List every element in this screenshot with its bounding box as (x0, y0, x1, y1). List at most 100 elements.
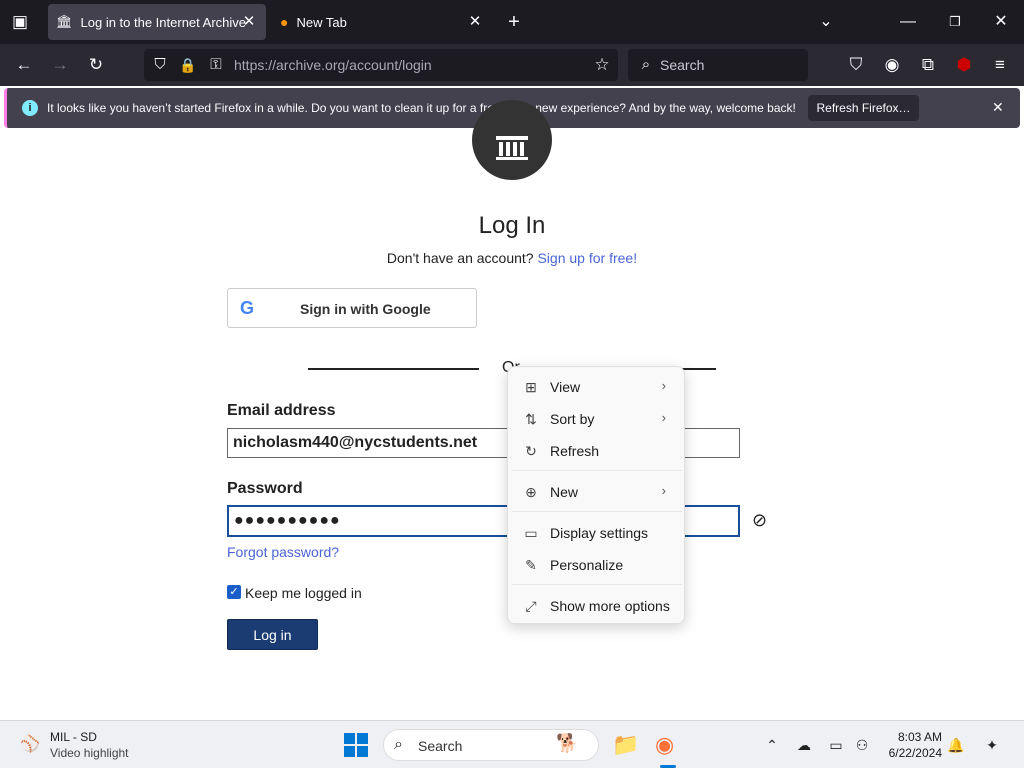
menu-separator (512, 511, 682, 512)
chevron-up-icon[interactable]: ⌃ (762, 735, 782, 755)
mlb-logo-icon: ⚾ (20, 736, 40, 753)
news-subtitle[interactable]: Video highlight (50, 746, 129, 760)
search-icon: ⌕ (394, 736, 403, 753)
menu-item-label: Display settings (550, 525, 649, 541)
ublock-icon[interactable]: ⬢ (950, 52, 978, 78)
refresh-firefox-button[interactable]: Refresh Firefox… (808, 95, 919, 121)
tab-close-icon[interactable]: ✕ (240, 13, 258, 31)
google-logo-icon: G (240, 298, 255, 318)
signup-prompt-text: Don't have an account? (386, 250, 534, 266)
notification-bell-icon[interactable]: 🔔 (946, 735, 966, 755)
forward-arrow-icon[interactable]: → (46, 52, 74, 78)
pocket-icon[interactable]: ⛉ (842, 52, 870, 78)
menu-item-show-more-options[interactable]: ⤢ Show more options (512, 591, 682, 621)
chevron-right-icon: › (661, 410, 666, 425)
menu-item-label: View (550, 379, 581, 395)
grid-icon: ⊞ (525, 379, 537, 395)
tab-new-tab[interactable]: ● New Tab ✕ (270, 4, 492, 40)
news-title[interactable]: MIL - SD (50, 730, 97, 744)
tab-title: Log in to the Internet Archive (80, 14, 247, 30)
extensions-icon[interactable]: ⧉ (914, 52, 942, 78)
archive-favicon-icon: 🏛 (56, 14, 73, 29)
url-bar[interactable]: ⛉ 🔒 ⚿ https://archive.org/account/login … (144, 49, 618, 81)
firefox-favicon-icon: ● (280, 14, 289, 30)
nav-bar: ← → ↻ ⛉ 🔒 ⚿ https://archive.org/account/… (0, 44, 1024, 106)
forgot-password-link[interactable]: Forgot password? (227, 544, 339, 560)
tab-overflow-chevron-icon[interactable]: ⌄ (814, 10, 838, 34)
menu-item-personalize[interactable]: ✎ Personalize (512, 550, 682, 580)
menu-item-display-settings[interactable]: ▭ Display settings (512, 518, 682, 548)
divider-left (308, 368, 479, 370)
account-icon[interactable]: ◉ (878, 52, 906, 78)
menu-separator (512, 584, 682, 585)
network-icon[interactable]: ⚇ (852, 735, 872, 755)
url-host: https://archive.org (234, 57, 346, 73)
login-button[interactable]: Log in (227, 619, 318, 650)
google-signin-label: Sign in with Google (300, 301, 431, 317)
bookmark-star-icon[interactable]: ☆ (588, 52, 616, 78)
minimize-icon[interactable]: — (896, 10, 920, 34)
taskbar: ⚾ MIL - SD Video highlight ⌕ Search 🐕 📁 … (0, 720, 1024, 768)
menu-hamburger-icon[interactable]: ≡ (986, 52, 1014, 78)
display-icon: ▭ (524, 525, 538, 541)
archive-logo (472, 100, 552, 180)
refresh-icon: ↻ (525, 443, 537, 459)
menu-item-label: Sort by (550, 411, 595, 427)
news-widget[interactable]: ⚾ (18, 734, 42, 756)
sort-icon: ⇅ (525, 411, 537, 427)
menu-item-new[interactable]: ⊕ New › (512, 477, 682, 507)
notification-message: It looks like you haven’t started Firefo… (47, 101, 796, 115)
expand-icon: ⤢ (525, 598, 537, 614)
signup-prompt: Don't have an account? Sign up for free! (0, 250, 1024, 266)
menu-item-sort-by[interactable]: ⇅ Sort by › (512, 404, 682, 434)
email-label: Email address (227, 402, 336, 419)
clock-time[interactable]: 8:03 AM (888, 730, 942, 744)
tab-list-icon[interactable]: ▣ (6, 9, 34, 35)
menu-item-label: Refresh (550, 443, 600, 459)
tab-bar: ▣ 🏛 Log in to the Internet Archive ✕ ● N… (0, 0, 1024, 44)
restore-icon[interactable]: ❐ (943, 10, 967, 34)
close-window-icon[interactable]: ✕ (989, 10, 1013, 34)
copilot-icon[interactable]: ✦ (982, 735, 1002, 755)
tab-close-icon[interactable]: ✕ (466, 13, 484, 31)
signup-link[interactable]: Sign up for free! (537, 250, 637, 266)
google-signin-button[interactable]: G Sign in with Google (227, 288, 477, 328)
url-path: /account/login (345, 57, 432, 73)
taskbar-search-text: Search (418, 738, 463, 754)
menu-separator (512, 470, 682, 471)
menu-item-label: Personalize (550, 557, 624, 573)
menu-item-label: New (550, 484, 579, 500)
taskbar-search[interactable]: ⌕ Search 🐕 (383, 729, 599, 761)
tab-archive-login[interactable]: 🏛 Log in to the Internet Archive ✕ (48, 4, 266, 40)
file-explorer-icon[interactable]: 📁 (612, 732, 639, 758)
firefox-taskbar-icon[interactable]: ◉ (655, 732, 674, 758)
menu-item-label: Show more options (550, 598, 670, 614)
keep-logged-in-checkbox[interactable]: ✓ (227, 585, 241, 599)
plus-circle-icon: ⊕ (525, 484, 537, 500)
search-highlight-icon: 🐕 (556, 733, 579, 753)
page-title: Log In (478, 212, 546, 239)
search-icon: ⌕ (641, 56, 651, 73)
menu-item-refresh[interactable]: ↻ Refresh (512, 436, 682, 466)
url-text: https://archive.org/account/login (234, 57, 432, 73)
archive-building-icon (496, 136, 528, 160)
reload-icon[interactable]: ↻ (82, 52, 110, 78)
search-bar[interactable]: ⌕ Search (628, 49, 808, 81)
key-icon[interactable]: ⚿ (202, 52, 230, 78)
start-button[interactable] (343, 732, 369, 758)
pen-icon: ✎ (525, 557, 537, 573)
shield-icon[interactable]: ⛉ (146, 52, 174, 78)
display-icon[interactable]: ▭ (826, 735, 846, 755)
menu-item-view[interactable]: ⊞ View › (512, 372, 682, 402)
chevron-right-icon: › (661, 483, 666, 498)
show-password-eye-icon[interactable]: ⊘ (752, 510, 767, 531)
new-tab-plus-icon[interactable]: + (502, 10, 526, 34)
keep-logged-in-label: Keep me logged in (245, 585, 362, 601)
notification-close-icon[interactable]: ✕ (992, 99, 1004, 116)
desktop-context-menu: ⊞ View › ⇅ Sort by › ↻ Refresh ⊕ New › ▭… (507, 366, 685, 624)
onedrive-icon[interactable]: ☁ (794, 735, 814, 755)
windows-logo-icon (344, 733, 368, 757)
clock-date[interactable]: 6/22/2024 (880, 746, 942, 760)
lock-icon[interactable]: 🔒 (174, 52, 202, 78)
back-arrow-icon[interactable]: ← (10, 52, 38, 78)
